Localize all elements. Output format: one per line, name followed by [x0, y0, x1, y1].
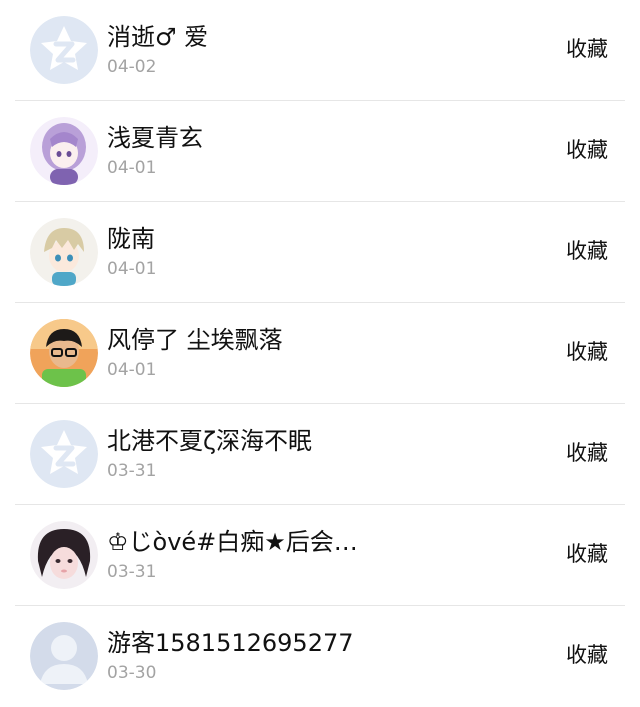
visit-date: 03-30 — [107, 663, 157, 683]
user-name: 游客1581512695277 — [107, 629, 354, 657]
user-name: 消逝♂ 爱 — [107, 23, 209, 51]
favorite-button[interactable]: 收藏 — [566, 35, 608, 63]
user-silhouette-icon — [30, 622, 98, 690]
star-z-icon — [30, 16, 98, 84]
anime-girl-icon — [30, 117, 98, 185]
purple-anime-girl-avatar[interactable] — [30, 117, 98, 185]
favorite-button[interactable]: 收藏 — [566, 136, 608, 164]
default-star-avatar[interactable] — [30, 420, 98, 488]
user-name: 陇南 — [107, 225, 155, 253]
favorite-button[interactable]: 收藏 — [566, 338, 608, 366]
user-list: 消逝♂ 爱 04-02 收藏 浅夏青玄 04-01 收藏 陇南 04-01 收藏… — [0, 0, 640, 700]
visit-date: 04-01 — [107, 259, 157, 279]
blond-anime-boy-avatar[interactable] — [30, 218, 98, 286]
guest-silhouette-avatar[interactable] — [30, 622, 98, 690]
user-name: 北港不夏ζ深海不眠 — [107, 427, 313, 455]
photo-icon — [30, 521, 98, 589]
visit-date: 04-02 — [107, 57, 157, 77]
list-item[interactable]: 陇南 04-01 收藏 — [0, 202, 640, 303]
list-item[interactable]: 游客1581512695277 03-30 收藏 — [0, 606, 640, 707]
star-z-icon — [30, 420, 98, 488]
list-item[interactable]: 消逝♂ 爱 04-02 收藏 — [0, 0, 640, 101]
girl-photo-avatar[interactable] — [30, 521, 98, 589]
favorite-button[interactable]: 收藏 — [566, 237, 608, 265]
visit-date: 04-01 — [107, 360, 157, 380]
list-item[interactable]: 北港不夏ζ深海不眠 03-31 收藏 — [0, 404, 640, 505]
photo-icon — [30, 319, 98, 387]
user-name: 浅夏青玄 — [107, 124, 203, 152]
glasses-boy-photo-avatar[interactable] — [30, 319, 98, 387]
visit-date: 04-01 — [107, 158, 157, 178]
anime-boy-icon — [30, 218, 98, 286]
visit-date: 03-31 — [107, 461, 157, 481]
user-name: ♔じòvé#白痴★后会… — [107, 528, 358, 556]
favorite-button[interactable]: 收藏 — [566, 540, 608, 568]
favorite-button[interactable]: 收藏 — [566, 641, 608, 669]
list-item[interactable]: 风停了 尘埃飘落 04-01 收藏 — [0, 303, 640, 404]
list-item[interactable]: 浅夏青玄 04-01 收藏 — [0, 101, 640, 202]
visit-date: 03-31 — [107, 562, 157, 582]
default-star-avatar[interactable] — [30, 16, 98, 84]
list-item[interactable]: ♔じòvé#白痴★后会… 03-31 收藏 — [0, 505, 640, 606]
user-name: 风停了 尘埃飘落 — [107, 326, 283, 354]
favorite-button[interactable]: 收藏 — [566, 439, 608, 467]
